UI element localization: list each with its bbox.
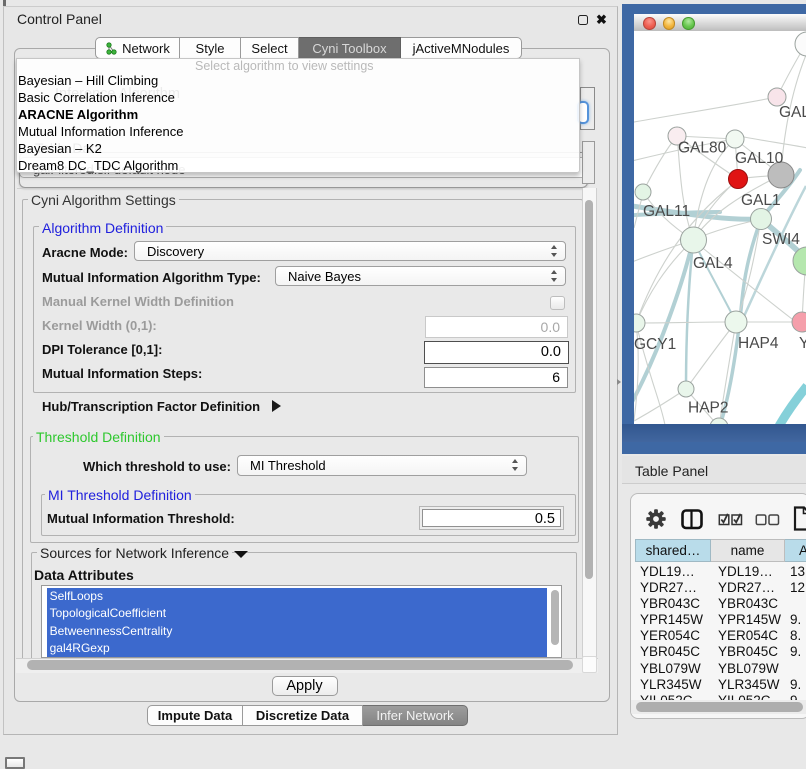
svg-text:GAL11: GAL11 [643,203,690,220]
svg-text:GAL80: GAL80 [678,140,727,157]
svg-text:HAP2: HAP2 [688,400,729,417]
svg-text:GAL: GAL [779,104,806,121]
svg-text:GAL1: GAL1 [741,192,781,209]
svg-text:SWI4: SWI4 [762,231,800,248]
svg-text:GCY1: GCY1 [634,336,676,353]
svg-text:GAL10: GAL10 [735,150,784,167]
svg-text:HAP4: HAP4 [738,335,779,352]
svg-text:Y: Y [799,335,806,352]
svg-text:GAL4: GAL4 [693,255,733,272]
